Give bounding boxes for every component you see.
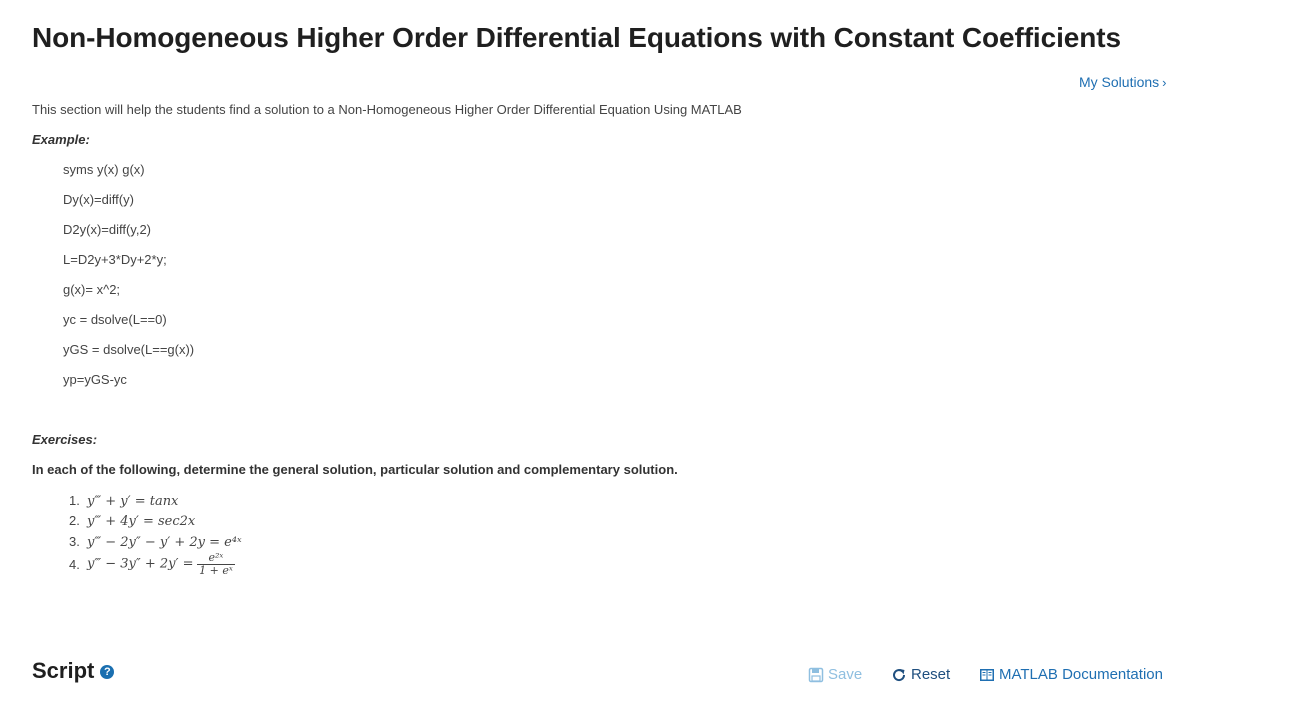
save-label: Save	[828, 666, 863, 683]
my-solutions-link[interactable]: My Solutions ›	[1079, 73, 1167, 92]
my-solutions-label: My Solutions	[1079, 74, 1160, 90]
exercise-equation: y‴ − 2y″ − y′ + 2y = e⁴ˣ	[87, 535, 242, 550]
matlab-documentation-link[interactable]: MATLAB Documentation	[979, 665, 1163, 685]
code-line: D2y(x)=diff(y,2)	[63, 222, 152, 237]
page-title: Non-Homogeneous Higher Order Differentia…	[32, 22, 1121, 53]
matlab-documentation-label: MATLAB Documentation	[999, 666, 1163, 683]
example-label: Example:	[32, 132, 90, 147]
code-line: L=D2y+3*Dy+2*y;	[63, 252, 167, 267]
code-line: g(x)= x^2;	[63, 282, 121, 297]
exercise-number: 3.	[69, 534, 80, 549]
exercise-instruction: In each of the following, determine the …	[32, 462, 678, 477]
fraction-denominator: 1 + eˣ	[199, 564, 233, 577]
exercise-fraction: e²ˣ 1 + eˣ	[197, 552, 235, 577]
code-line: Dy(x)=diff(y)	[63, 192, 134, 207]
script-title: Script	[32, 658, 95, 683]
exercises-label: Exercises:	[32, 432, 98, 447]
chevron-right-icon: ›	[1162, 75, 1167, 90]
reset-icon	[893, 669, 906, 682]
exercise-item: 1. y‴ + y′ = tanx	[69, 493, 178, 510]
reset-button[interactable]: Reset	[891, 665, 950, 685]
code-line: syms y(x) g(x)	[63, 162, 145, 177]
code-line: yGS = dsolve(L==g(x))	[63, 342, 195, 357]
exercise-equation: y‴ + 4y′ = sec2x	[87, 514, 196, 529]
question-icon[interactable]: ?	[100, 665, 115, 679]
exercise-item: 2. y‴ + 4y′ = sec2x	[69, 513, 195, 530]
exercise-number: 2.	[69, 513, 80, 528]
reset-label: Reset	[911, 666, 951, 683]
exercise-item: 3. y‴ − 2y″ − y′ + 2y = e⁴ˣ	[69, 534, 242, 551]
save-button[interactable]: Save	[808, 665, 862, 685]
intro-text: This section will help the students find…	[32, 102, 742, 117]
book-icon	[980, 669, 994, 681]
code-line: yp=yGS-yc	[63, 372, 127, 387]
exercise-item: 4. y‴ − 3y″ + 2y′ = e²ˣ 1 + eˣ	[69, 552, 235, 577]
exercise-equation: y‴ + y′ = tanx	[87, 494, 179, 509]
code-line: yc = dsolve(L==0)	[63, 312, 167, 327]
save-icon	[808, 667, 824, 683]
exercise-number: 1.	[69, 493, 80, 508]
exercise-number: 4.	[69, 556, 80, 572]
script-section-header: Script?	[32, 658, 115, 684]
exercise-equation: y‴ − 3y″ + 2y′ =	[87, 556, 194, 572]
